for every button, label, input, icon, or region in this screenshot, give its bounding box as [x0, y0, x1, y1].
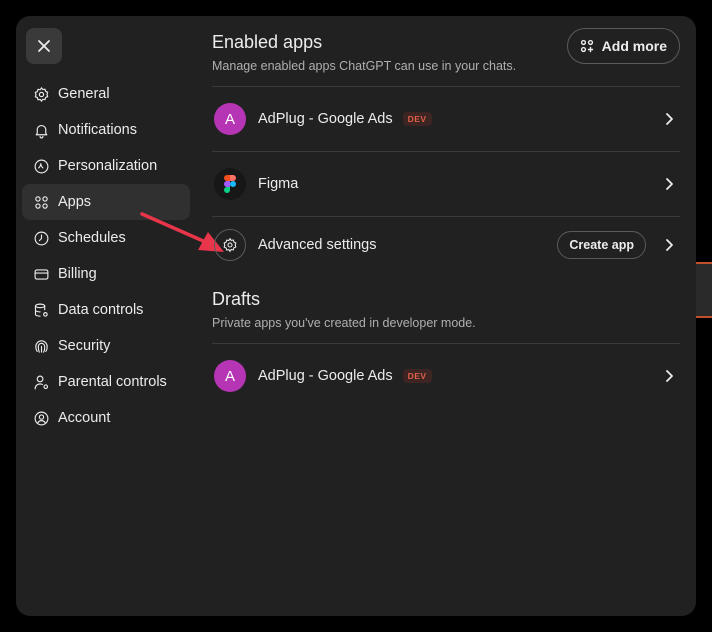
app-name: AdPlug - Google Ads — [258, 368, 393, 384]
sidebar-item-label: Personalization — [58, 158, 158, 174]
settings-modal: General Notifications Personalization Ap… — [16, 16, 696, 616]
bell-icon — [32, 121, 50, 139]
fingerprint-icon — [32, 337, 50, 355]
drafts-subtitle: Private apps you've created in developer… — [212, 316, 476, 330]
dev-badge: DEV — [402, 369, 432, 383]
sidebar-item-label: General — [58, 86, 110, 102]
sidebar-item-account[interactable]: Account — [22, 400, 190, 436]
sidebar-item-security[interactable]: Security — [22, 328, 190, 364]
advanced-settings-label: Advanced settings — [258, 237, 377, 253]
advanced-settings-row[interactable]: Advanced settings Create app — [212, 213, 680, 277]
apps-grid-icon — [32, 193, 50, 211]
sidebar-item-label: Parental controls — [58, 374, 167, 390]
sidebar-item-label: Account — [58, 410, 111, 426]
sidebar-item-personalization[interactable]: Personalization — [22, 148, 190, 184]
app-avatar: A — [214, 103, 246, 135]
chevron-right-icon — [662, 369, 676, 383]
sidebar-item-data-controls[interactable]: Data controls — [22, 292, 190, 328]
app-name: Figma — [258, 176, 299, 192]
app-row-adplug[interactable]: A AdPlug - Google Ads DEV — [212, 87, 680, 151]
app-name: AdPlug - Google Ads — [258, 111, 393, 127]
chevron-right-icon — [662, 112, 676, 126]
sidebar-item-billing[interactable]: Billing — [22, 256, 190, 292]
sidebar-item-label: Notifications — [58, 122, 137, 138]
sidebar-item-label: Security — [58, 338, 111, 354]
chevron-right-icon — [662, 177, 676, 191]
apps-plus-icon — [580, 39, 593, 53]
sidebar-item-label: Schedules — [58, 230, 126, 246]
app-row-figma[interactable]: Figma — [212, 152, 680, 216]
app-avatar: A — [214, 360, 246, 392]
enabled-apps-title: Enabled apps — [212, 32, 323, 52]
apps-panel: Enabled apps Manage enabled apps ChatGPT… — [212, 16, 680, 616]
close-button[interactable] — [26, 28, 62, 64]
sidebar-item-label: Billing — [58, 266, 97, 282]
user-circle-icon — [32, 409, 50, 427]
gear-icon — [32, 85, 50, 103]
close-icon — [38, 40, 50, 52]
enabled-apps-subtitle: Manage enabled apps ChatGPT can use in y… — [212, 59, 517, 73]
add-more-label: Add more — [601, 38, 667, 54]
sidebar-item-parental-controls[interactable]: Parental controls — [22, 364, 190, 400]
sidebar-item-notifications[interactable]: Notifications — [22, 112, 190, 148]
card-icon — [32, 265, 50, 283]
gear-icon — [214, 229, 246, 261]
create-app-button[interactable]: Create app — [557, 231, 646, 259]
sidebar-item-label: Apps — [58, 194, 92, 210]
sparkle-icon — [32, 157, 50, 175]
database-gear-icon — [32, 301, 50, 319]
draft-row-adplug[interactable]: A AdPlug - Google Ads DEV — [212, 344, 680, 408]
figma-logo-icon — [214, 168, 246, 200]
chevron-right-icon — [662, 238, 676, 252]
drafts-title: Drafts — [212, 289, 261, 309]
add-more-button[interactable]: Add more — [566, 28, 680, 64]
person-gear-icon — [32, 373, 50, 391]
sidebar-item-general[interactable]: General — [22, 76, 190, 112]
dev-badge: DEV — [402, 112, 432, 126]
sidebar-item-label: Data controls — [58, 302, 144, 318]
clock-icon — [32, 229, 50, 247]
